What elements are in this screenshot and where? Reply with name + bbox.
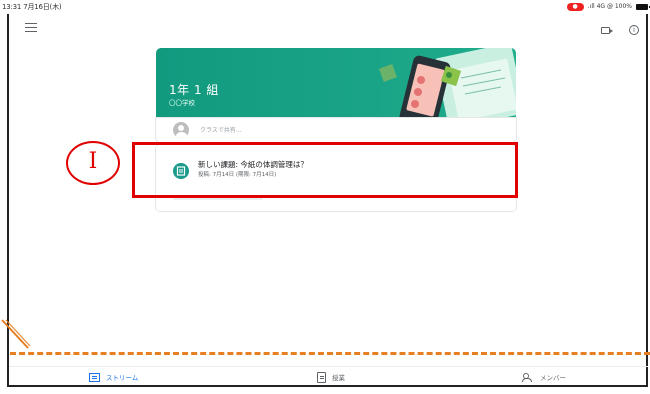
info-icon[interactable]: i xyxy=(629,25,639,35)
annotation-highlight-box xyxy=(132,142,518,198)
carrier-badge-icon: ● xyxy=(566,3,584,11)
annotation-dash-line xyxy=(10,352,650,355)
share-placeholder: クラスで共有... xyxy=(200,127,242,134)
nav-stream[interactable]: ストリーム xyxy=(89,368,138,386)
battery-icon xyxy=(636,4,650,10)
nav-classwork[interactable]: 授業 xyxy=(317,368,345,386)
class-name: 1年 1 組 xyxy=(169,83,219,97)
share-with-class-box[interactable]: クラスで共有... xyxy=(156,118,516,142)
school-name: 〇〇学校 xyxy=(169,99,195,107)
status-time: 13:31 7月16日(木) xyxy=(2,3,62,11)
people-icon xyxy=(522,372,534,382)
signal-text: .ıll 4G @ 100% xyxy=(587,3,632,10)
menu-icon[interactable] xyxy=(25,23,37,33)
status-indicators: ● .ıll 4G @ 100% xyxy=(566,0,650,14)
nav-people-label: メンバー xyxy=(540,374,566,382)
annotation-marker: I xyxy=(66,141,120,185)
avatar xyxy=(173,122,189,138)
video-icon[interactable] xyxy=(601,27,613,34)
classwork-icon xyxy=(317,371,326,383)
bottom-nav: ストリーム 授業 メンバー xyxy=(9,368,648,386)
nav-stream-label: ストリーム xyxy=(106,374,139,382)
nav-divider xyxy=(9,366,648,367)
class-banner[interactable]: 1年 1 組 〇〇学校 xyxy=(156,48,516,117)
status-bar: 13:31 7月16日(木) ● .ıll 4G @ 100% xyxy=(0,0,650,14)
nav-people[interactable]: メンバー xyxy=(522,368,566,386)
banner-illustration xyxy=(379,48,516,117)
nav-classwork-label: 授業 xyxy=(332,374,345,382)
callout-line xyxy=(1,319,31,349)
stream-icon xyxy=(89,372,100,382)
